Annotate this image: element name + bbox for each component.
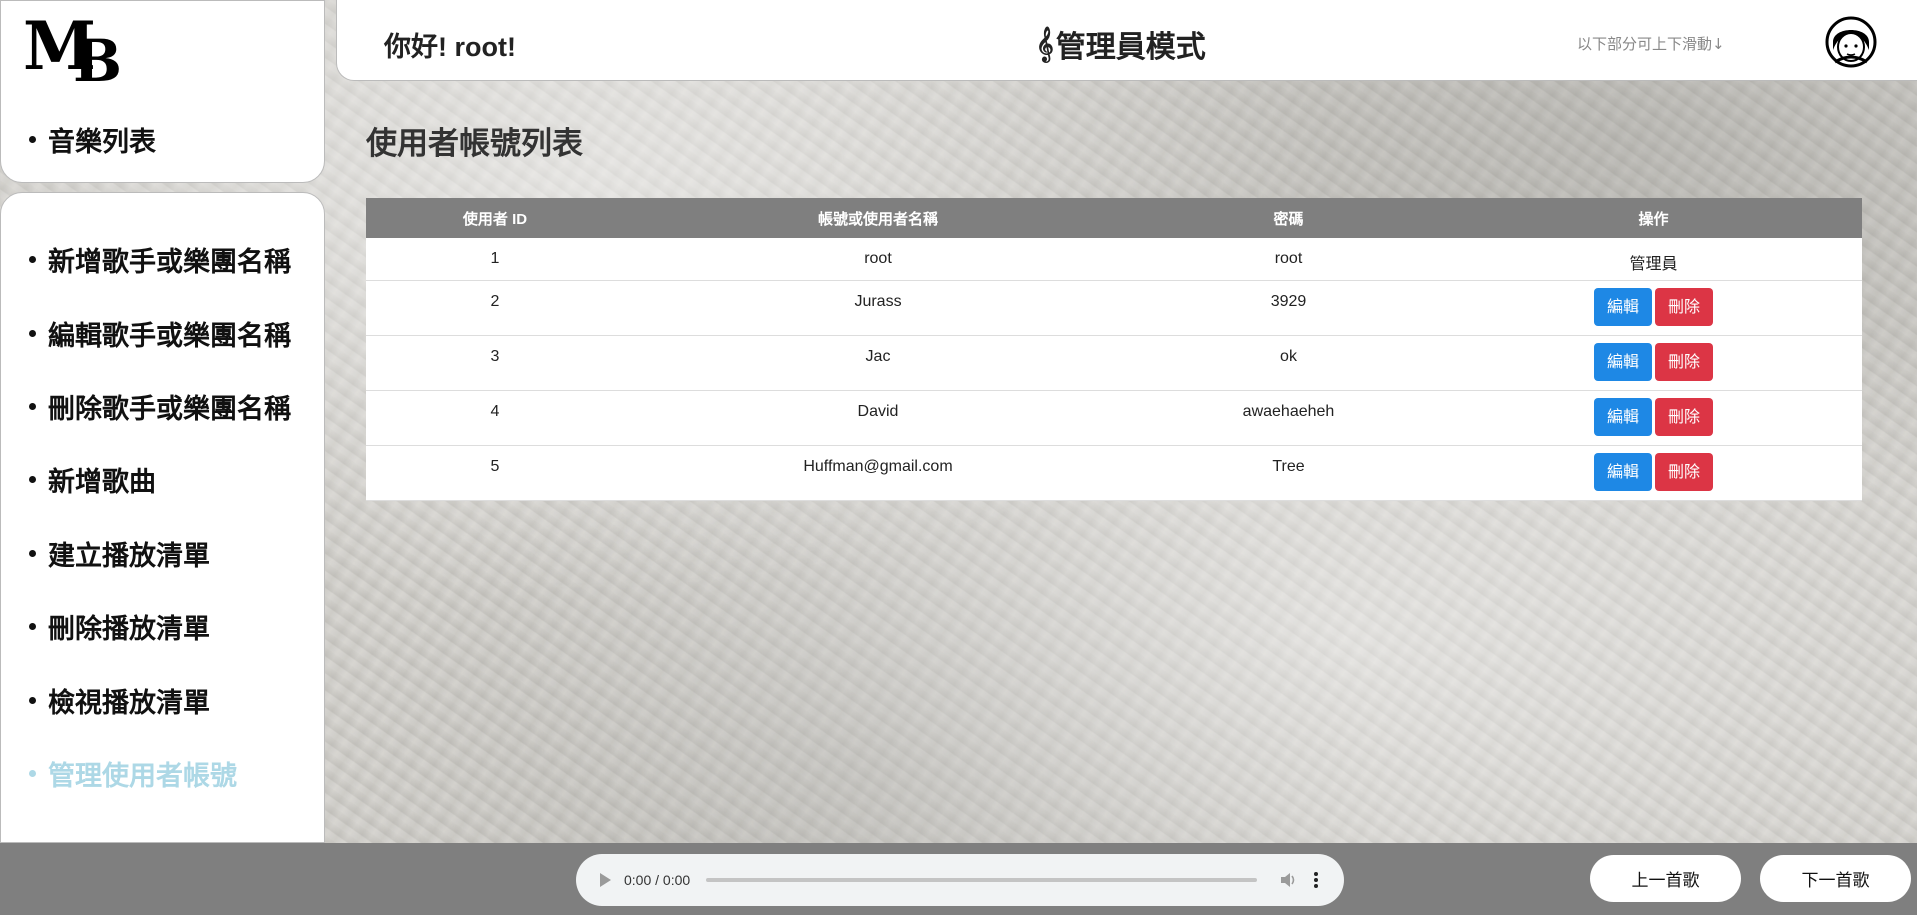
bullet-icon: [29, 329, 36, 337]
bullet-icon: [29, 769, 36, 777]
bullet-icon: [29, 549, 36, 557]
audio-player: 0:00 / 0:00: [576, 854, 1344, 906]
sidebar-item-delete-artist[interactable]: 刪除歌手或樂團名稱: [1, 370, 324, 443]
table-row: 4 David awaehaeheh 編輯 刪除: [366, 390, 1862, 446]
play-icon[interactable]: [598, 872, 612, 888]
sidebar-item-label: 新增歌曲: [48, 467, 156, 499]
cell-id: 5: [366, 445, 624, 501]
bullet-icon: [29, 135, 36, 143]
sidebar-item-label: 刪除歌手或樂團名稱: [48, 393, 291, 425]
delete-button[interactable]: 刪除: [1655, 397, 1714, 436]
bullet-icon: [29, 476, 36, 484]
cell-actions: 編輯 刪除: [1445, 445, 1862, 501]
svg-text:B: B: [73, 27, 122, 87]
column-header-name: 帳號或使用者名稱: [817, 210, 938, 228]
page-title: 使用者帳號列表: [366, 126, 583, 162]
sidebar-item-label: 音樂列表: [48, 126, 156, 158]
sidebar-item-add-song[interactable]: 新增歌曲: [1, 443, 324, 516]
cell-id: 3: [366, 335, 624, 391]
greeting-text: 你好! root!: [384, 32, 516, 62]
bullet-icon: [29, 696, 36, 704]
delete-button[interactable]: 刪除: [1655, 287, 1714, 326]
cell-actions: 編輯 刪除: [1445, 390, 1862, 446]
mode-title: 𝄞 管理員模式: [1036, 22, 1206, 66]
cell-password: root: [1132, 238, 1445, 281]
sidebar-item-delete-playlist[interactable]: 刪除播放清單: [1, 590, 324, 663]
cell-password: awaehaeheh: [1132, 390, 1445, 446]
cell-name: David: [624, 390, 1132, 446]
cell-password: 3929: [1132, 280, 1445, 336]
edit-button[interactable]: 編輯: [1593, 452, 1652, 491]
cell-id: 2: [366, 280, 624, 336]
bullet-icon: [29, 256, 36, 264]
mb-logo: M B: [23, 9, 122, 87]
sidebar-menu-card: 新增歌手或樂團名稱 編輯歌手或樂團名稱 刪除歌手或樂團名稱 新增歌曲 建立播放清…: [0, 192, 325, 843]
column-header-id: 使用者 ID: [462, 210, 528, 228]
table-row: 3 Jac ok 編輯 刪除: [366, 335, 1862, 391]
avatar-icon[interactable]: [1825, 16, 1877, 68]
column-header-password: 密碼: [1273, 210, 1304, 228]
sidebar-item-view-playlist[interactable]: 檢視播放清單: [1, 663, 324, 736]
edit-button[interactable]: 編輯: [1593, 287, 1652, 326]
sidebar-item-edit-artist[interactable]: 編輯歌手或樂團名稱: [1, 296, 324, 369]
more-vertical-icon[interactable]: [1313, 871, 1319, 889]
delete-button[interactable]: 刪除: [1655, 342, 1714, 381]
sidebar-item-label: 新增歌手或樂團名稱: [48, 247, 291, 279]
sidebar-item-create-playlist[interactable]: 建立播放清單: [1, 517, 324, 590]
cell-name: Jac: [624, 335, 1132, 391]
edit-button[interactable]: 編輯: [1593, 342, 1652, 381]
progress-bar[interactable]: [706, 878, 1258, 882]
top-header: 你好! root! 𝄞 管理員模式 以下部分可上下滑動↓: [336, 0, 1917, 81]
cell-actions: 編輯 刪除: [1445, 335, 1862, 391]
sidebar-item-music-list[interactable]: 音樂列表: [1, 103, 156, 175]
cell-password: ok: [1132, 335, 1445, 391]
sidebar-item-add-artist[interactable]: 新增歌手或樂團名稱: [1, 223, 324, 296]
bullet-icon: [29, 402, 36, 410]
cell-name: root: [624, 238, 1132, 281]
cell-name: Jurass: [624, 280, 1132, 336]
table-header-row: 使用者 ID 帳號或使用者名稱 密碼 操作: [366, 198, 1862, 238]
footer-bar: 0:00 / 0:00 上一首歌 下一首歌: [0, 843, 1917, 915]
time-display: 0:00 / 0:00: [624, 872, 691, 888]
sidebar-top-card: M B 音樂列表: [0, 0, 325, 183]
treble-clef-icon: 𝄞: [1036, 26, 1054, 62]
sidebar-item-label: 檢視播放清單: [48, 687, 210, 719]
cell-id: 1: [366, 238, 624, 281]
bullet-icon: [29, 623, 36, 631]
cell-actions: 編輯 刪除: [1445, 280, 1862, 336]
table-row: 5 Huffman@gmail.com Tree 編輯 刪除: [366, 445, 1862, 501]
cell-id: 4: [366, 390, 624, 446]
table-row: 1 root root 管理員: [366, 238, 1862, 281]
previous-song-button[interactable]: 上一首歌: [1590, 855, 1741, 902]
users-table: 使用者 ID 帳號或使用者名稱 密碼 操作 1 root root 管理員 2 …: [366, 198, 1862, 501]
edit-button[interactable]: 編輯: [1593, 397, 1652, 436]
sidebar-item-label: 編輯歌手或樂團名稱: [48, 320, 291, 352]
sidebar-item-label: 管理使用者帳號: [48, 760, 237, 792]
cell-name: Huffman@gmail.com: [624, 445, 1132, 501]
delete-button[interactable]: 刪除: [1655, 452, 1714, 491]
cell-admin-label: 管理員: [1445, 238, 1862, 281]
table-row: 2 Jurass 3929 編輯 刪除: [366, 280, 1862, 336]
cell-password: Tree: [1132, 445, 1445, 501]
sidebar-item-label: 建立播放清單: [48, 540, 210, 572]
sidebar-item-label: 刪除播放清單: [48, 614, 210, 646]
sidebar-item-manage-users[interactable]: 管理使用者帳號: [1, 737, 324, 810]
mode-title-text: 管理員模式: [1055, 30, 1206, 65]
scroll-hint: 以下部分可上下滑動↓: [1577, 35, 1725, 53]
next-song-button[interactable]: 下一首歌: [1760, 855, 1911, 902]
volume-icon[interactable]: [1279, 871, 1297, 889]
column-header-actions: 操作: [1638, 210, 1669, 228]
